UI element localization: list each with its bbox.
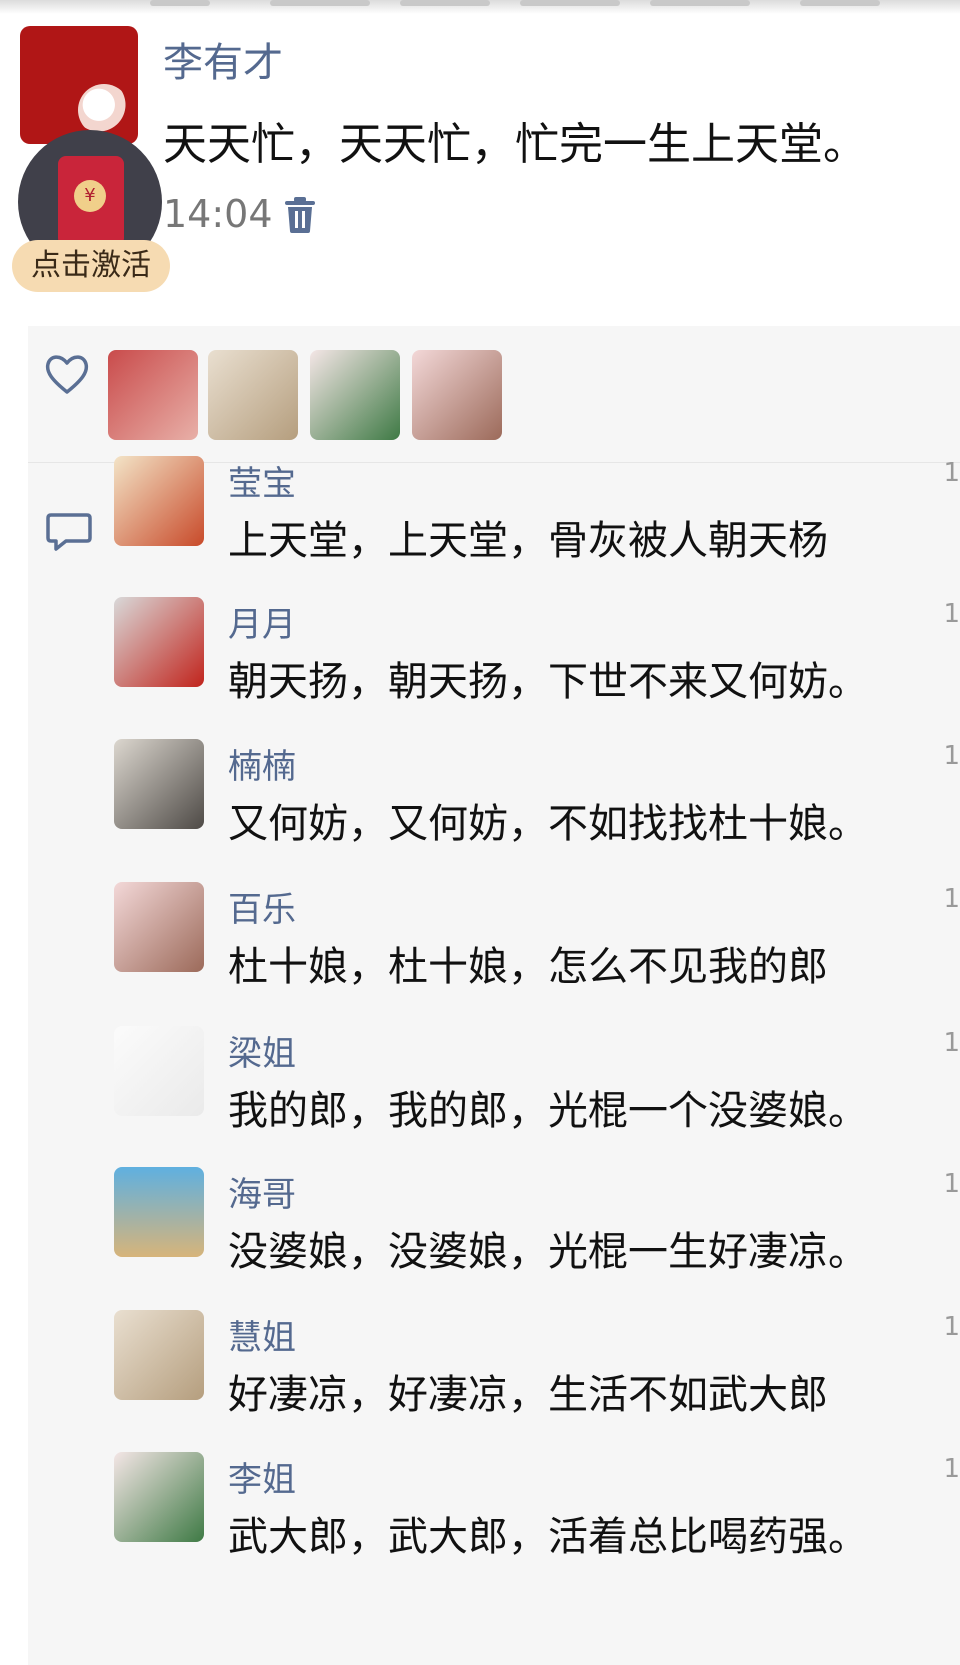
comment-row: 莹宝 上天堂，上天堂，骨灰被人朝天杨 1	[28, 456, 960, 606]
poster-name[interactable]: 李有才	[163, 30, 283, 88]
commenter-name[interactable]: 慧姐	[228, 1310, 296, 1359]
comment-row: 海哥 没婆娘，没婆娘，光棍一生好凄凉。 1	[28, 1167, 960, 1317]
poster-avatar[interactable]	[20, 26, 138, 144]
comment-text[interactable]: 好凄凉，好凄凉，生活不如武大郎	[228, 1362, 828, 1420]
post-time: 14:04	[163, 192, 273, 236]
comment-row: 李姐 武大郎，武大郎，活着总比喝药强。 1	[28, 1452, 960, 1602]
comment-text[interactable]: 没婆娘，没婆娘，光棍一生好凄凉。	[228, 1219, 868, 1277]
trash-icon[interactable]	[283, 196, 317, 234]
comment-row: 梁姐 我的郎，我的郎，光棍一个没婆娘。 1	[28, 1026, 960, 1176]
commenter-name[interactable]: 海哥	[228, 1167, 296, 1216]
tab-hint	[650, 0, 750, 6]
commenter-avatar[interactable]	[114, 739, 204, 829]
commenter-name[interactable]: 莹宝	[228, 456, 296, 505]
top-status-strip	[0, 0, 960, 14]
edge-mark: 1	[943, 741, 960, 771]
likes-row	[28, 326, 960, 463]
edge-mark: 1	[943, 1169, 960, 1199]
commenter-avatar[interactable]	[114, 1310, 204, 1400]
edge-mark: 1	[943, 1028, 960, 1058]
commenter-avatar[interactable]	[114, 1167, 204, 1257]
commenter-avatar[interactable]	[114, 597, 204, 687]
post-text: 天天忙，天天忙，忙完一生上天堂。	[163, 119, 867, 170]
commenter-name[interactable]: 梁姐	[228, 1026, 296, 1075]
comment-text[interactable]: 上天堂，上天堂，骨灰被人朝天杨	[228, 508, 828, 566]
commenter-avatar[interactable]	[114, 456, 204, 546]
edge-mark: 1	[943, 1454, 960, 1484]
comment-text[interactable]: 杜十娘，杜十娘，怎么不见我的郎	[228, 934, 828, 992]
edge-mark: 1	[943, 884, 960, 914]
comment-text[interactable]: 武大郎，武大郎，活着总比喝药强。	[228, 1504, 868, 1562]
comment-row: 楠楠 又何妨，又何妨，不如找找杜十娘。 1	[28, 739, 960, 889]
commenter-name[interactable]: 楠楠	[228, 739, 296, 788]
tab-hint	[150, 0, 210, 6]
tab-hint	[520, 0, 620, 6]
comment-row: 慧姐 好凄凉，好凄凉，生活不如武大郎 1	[28, 1310, 960, 1460]
commenter-avatar[interactable]	[114, 1452, 204, 1542]
commenter-avatar[interactable]	[114, 882, 204, 972]
edge-mark: 1	[943, 1312, 960, 1342]
comment-text[interactable]: 我的郎，我的郎，光棍一个没婆娘。	[228, 1078, 868, 1136]
comment-row: 百乐 杜十娘，杜十娘，怎么不见我的郎 1	[28, 882, 960, 1032]
tab-hint	[400, 0, 490, 6]
liker-avatar[interactable]	[412, 350, 502, 440]
coin-icon: ¥	[74, 180, 106, 212]
commenter-name[interactable]: 百乐	[228, 882, 296, 931]
activate-button[interactable]: 点击激活	[12, 240, 170, 292]
tab-hint	[270, 0, 370, 6]
tab-hint	[800, 0, 880, 6]
edge-mark: 1	[943, 458, 960, 488]
liker-avatar[interactable]	[208, 350, 298, 440]
heart-icon[interactable]	[44, 352, 90, 396]
comment-text[interactable]: 朝天扬，朝天扬，下世不来又何妨。	[228, 649, 868, 707]
comment-row: 月月 朝天扬，朝天扬，下世不来又何妨。 1	[28, 597, 960, 747]
liker-avatar[interactable]	[108, 350, 198, 440]
interaction-panel: 莹宝 上天堂，上天堂，骨灰被人朝天杨 1 月月 朝天扬，朝天扬，下世不来又何妨。 1 楠楠又…	[28, 326, 960, 1665]
liker-avatar[interactable]	[310, 350, 400, 440]
commenter-avatar[interactable]	[114, 1026, 204, 1116]
commenter-name[interactable]: 月月	[228, 597, 296, 646]
edge-mark: 1	[943, 599, 960, 629]
comment-text[interactable]: 又何妨，又何妨，不如找找杜十娘。	[228, 791, 868, 849]
avatar-decoration	[78, 84, 130, 136]
commenter-name[interactable]: 李姐	[228, 1452, 296, 1501]
